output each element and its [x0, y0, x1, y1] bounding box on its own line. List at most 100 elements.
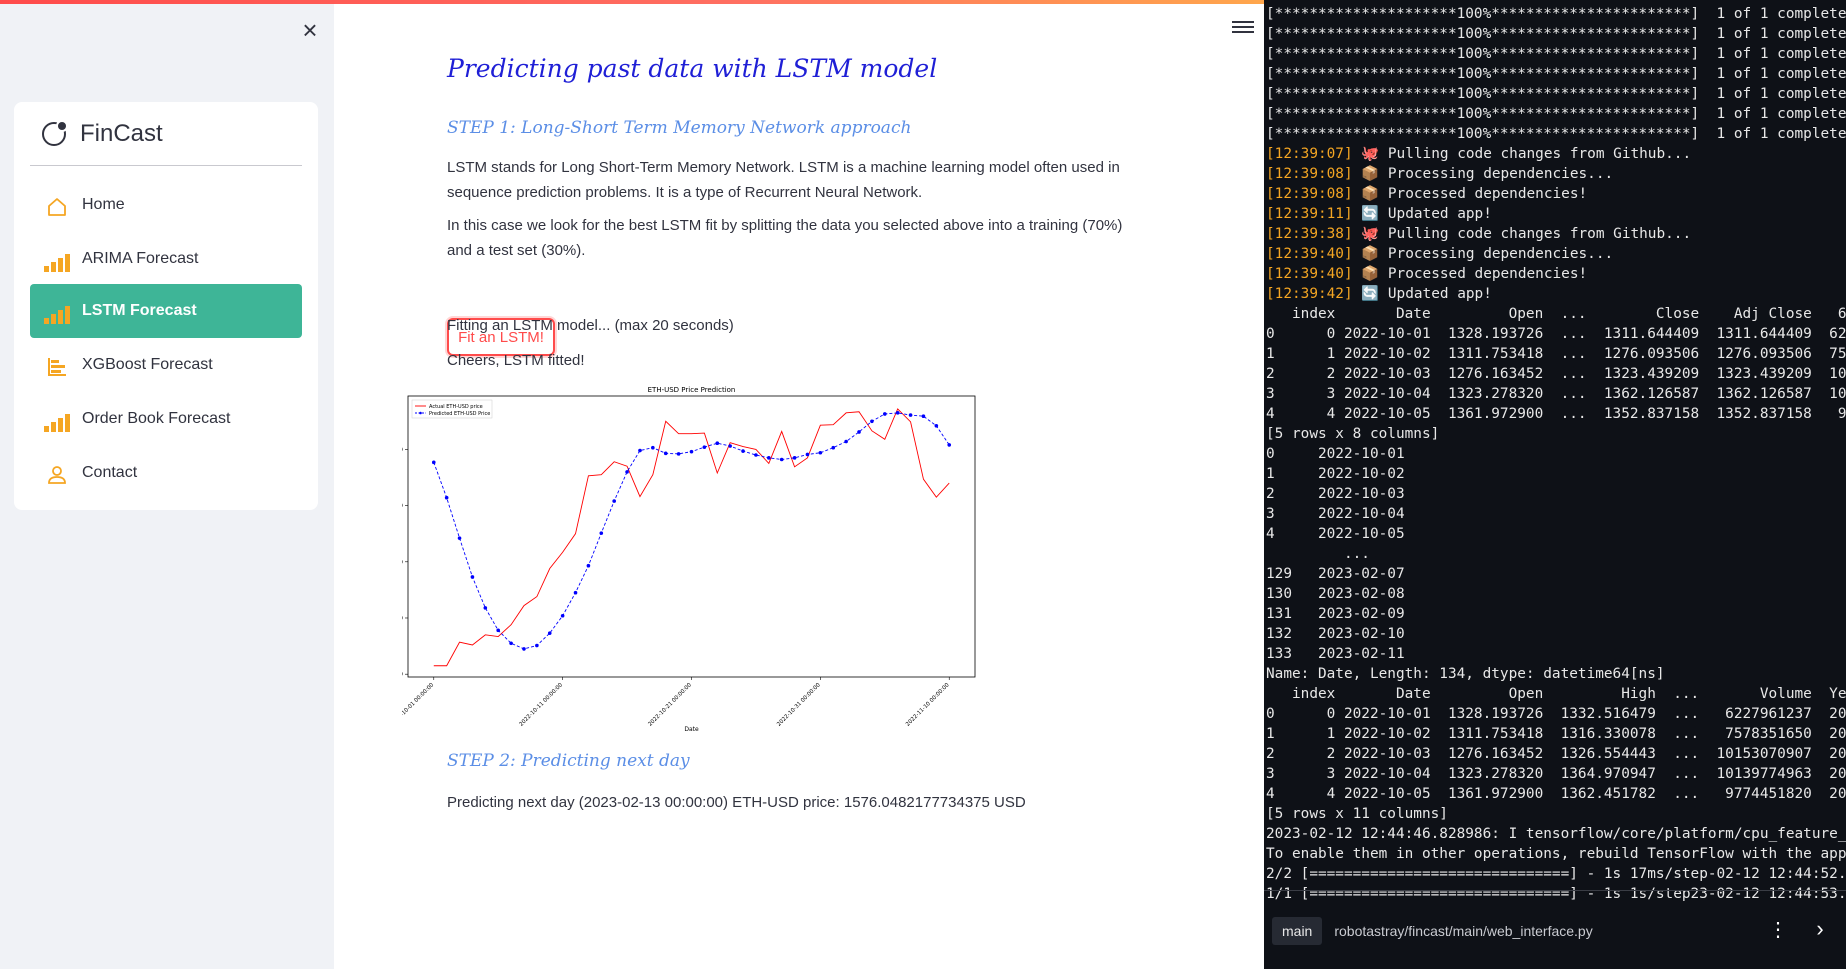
- terminal-output: [*********************100%**************…: [1266, 4, 1846, 904]
- predicted-point: [754, 453, 758, 457]
- output-line: 4 4 2022-10-05 1361.972900 1362.451782 .…: [1266, 786, 1846, 802]
- divider: [30, 165, 302, 166]
- bar-chart-icon: [44, 246, 70, 272]
- output-line: 0 2022-10-01: [1266, 446, 1405, 462]
- progress-line: [*********************100%**************…: [1266, 6, 1846, 22]
- lstm-description: LSTM stands for Long Short-Term Memory N…: [447, 159, 1120, 201]
- plot-frame: [407, 395, 976, 678]
- predicted-point: [483, 606, 488, 610]
- y-tick-label: 1300: [402, 615, 403, 622]
- log-line: [12:39:08] 📦 Processing dependencies...: [1266, 164, 1846, 184]
- sidebar-item-lstm-forecast[interactable]: LSTM Forecast: [30, 284, 302, 338]
- house-icon: [44, 192, 70, 218]
- output-line: 2023-02-12 12:44:46.828986: I tensorflow…: [1266, 826, 1846, 842]
- predicted-point: [586, 563, 591, 568]
- output-line: 1/1 [==============================] - 1…: [1266, 886, 1846, 902]
- progress-line: [*********************100%**************…: [1266, 106, 1846, 122]
- more-options-icon[interactable]: ⋮: [1768, 920, 1788, 942]
- predicted-point: [767, 456, 771, 460]
- legend-marker: [419, 411, 422, 415]
- output-line: 132 2023-02-10: [1266, 626, 1405, 642]
- log-timestamp: [12:39:07]: [1266, 146, 1353, 162]
- y-tick-label: 1200: [402, 671, 403, 678]
- output-line: 1 2022-10-02: [1266, 466, 1405, 482]
- output-line: 129 2023-02-07: [1266, 566, 1405, 582]
- output-line: To enable them in other operations, rebu…: [1266, 846, 1846, 862]
- log-text: Pulling code changes from Github...: [1387, 226, 1692, 242]
- log-timestamp: [12:39:40]: [1266, 246, 1353, 262]
- legend-label: Predicted ETH-USD Price: [429, 411, 490, 417]
- bar-chart-icon: [44, 406, 70, 432]
- log-text: Processing dependencies...: [1387, 246, 1614, 262]
- log-timestamp: [12:39:08]: [1266, 186, 1353, 202]
- branch-badge[interactable]: main: [1272, 917, 1323, 945]
- progress-line: [*********************100%**************…: [1266, 46, 1846, 62]
- sidebar-item-home[interactable]: Home: [30, 178, 302, 232]
- x-tick-label: 2022-10-31 00:00:00: [776, 682, 822, 728]
- y-tick-label: 1600: [402, 446, 403, 453]
- close-sidebar-icon[interactable]: ×: [298, 17, 322, 43]
- output-line: 2 2 2022-10-03 1276.163452 ... 1323.4392…: [1266, 366, 1846, 382]
- output-line: 4 4 2022-10-05 1361.972900 ... 1352.8371…: [1266, 406, 1846, 422]
- output-line: 3 2022-10-04: [1266, 506, 1405, 522]
- price-prediction-chart: ETH-USD Price Prediction 1200 1300 1400 1500…: [402, 386, 976, 733]
- predicted-point: [535, 643, 539, 648]
- sidebar-item-label: LSTM Forecast: [82, 302, 197, 319]
- log-text: Processing dependencies...: [1387, 166, 1614, 182]
- predicted-point: [779, 457, 784, 462]
- progress-line: [*********************100%**************…: [1266, 86, 1846, 102]
- log-emoji-icon: 📦: [1352, 186, 1388, 202]
- log-emoji-icon: 🐙: [1352, 146, 1388, 162]
- predicted-point: [702, 445, 707, 449]
- predicted-point: [509, 641, 513, 646]
- predicted-point: [651, 445, 655, 450]
- nav-list: Home ARIMA Forecast LSTM Forecast XGBoost F…: [30, 178, 302, 500]
- output-line: 2 2 2022-10-03 1276.163452 1326.554443 .…: [1266, 746, 1846, 762]
- terminal-divider: [1264, 890, 1846, 891]
- predicted-point: [496, 628, 501, 633]
- sidebar-item-label: Contact: [82, 464, 138, 481]
- x-tick-label: 2022-11-10 00:00:00: [905, 682, 951, 728]
- log-line: [12:39:07] 🐙 Pulling code changes from G…: [1266, 144, 1846, 164]
- predicted-point: [728, 444, 732, 448]
- log-timestamp: [12:39:42]: [1266, 286, 1353, 302]
- predicted-point: [457, 536, 462, 540]
- output-line: 0 0 2022-10-01 1328.193726 ... 1311.6444…: [1266, 326, 1846, 342]
- terminal-footer: main robotastray/fincast/main/web_interf…: [1264, 906, 1846, 956]
- log-terminal[interactable]: [*********************100%**************…: [1264, 0, 1846, 969]
- y-tick-label: 1500: [402, 503, 403, 510]
- log-emoji-icon: 📦: [1352, 166, 1388, 182]
- output-line: 130 2023-02-08: [1266, 586, 1405, 602]
- sidebar-item-xgboost-forecast[interactable]: XGBoost Forecast: [30, 338, 302, 392]
- output-line: index Date Open ... Close Adj Close 622: [1266, 306, 1846, 322]
- predicted-point: [921, 414, 926, 419]
- sidebar-item-contact[interactable]: Contact: [30, 446, 302, 500]
- brand: FinCast: [42, 118, 163, 150]
- log-line: [12:39:40] 📦 Processing dependencies...: [1266, 244, 1846, 264]
- log-emoji-icon: 📦: [1352, 246, 1388, 262]
- predicted-point: [676, 452, 681, 456]
- predicted-point: [431, 460, 436, 465]
- predicted-point: [947, 443, 952, 447]
- progress-line: [*********************100%**************…: [1266, 26, 1846, 42]
- repo-path: robotastray/fincast/main/web_interface.p…: [1334, 923, 1593, 939]
- sidebar: × FinCast Home ARIMA Forecast LSTM Forecas…: [0, 4, 334, 969]
- predicted-point: [599, 531, 604, 535]
- predicted-point: [870, 419, 874, 424]
- log-line: [12:39:38] 🐙 Pulling code changes from G…: [1266, 224, 1846, 244]
- chevron-right-icon[interactable]: ›: [1810, 918, 1830, 942]
- sidebar-item-label: Order Book Forecast: [82, 410, 231, 427]
- hamburger-menu-icon[interactable]: [1232, 18, 1254, 38]
- predicted-point: [741, 449, 745, 453]
- sidebar-item-label: XGBoost Forecast: [82, 356, 213, 373]
- log-text: Updated app!: [1387, 286, 1492, 302]
- x-axis-label: Date: [684, 726, 699, 733]
- sidebar-item-arima-forecast[interactable]: ARIMA Forecast: [30, 232, 302, 286]
- sidebar-item-order-book-forecast[interactable]: Order Book Forecast: [30, 392, 302, 446]
- brand-ring-icon: [42, 120, 68, 146]
- sidebar-item-label: Home: [82, 196, 125, 213]
- brand-title: FinCast: [80, 120, 163, 147]
- log-line: [12:39:11] 🔄 Updated app!: [1266, 204, 1846, 224]
- log-text: Updated app!: [1387, 206, 1492, 222]
- predicted-point: [560, 613, 565, 618]
